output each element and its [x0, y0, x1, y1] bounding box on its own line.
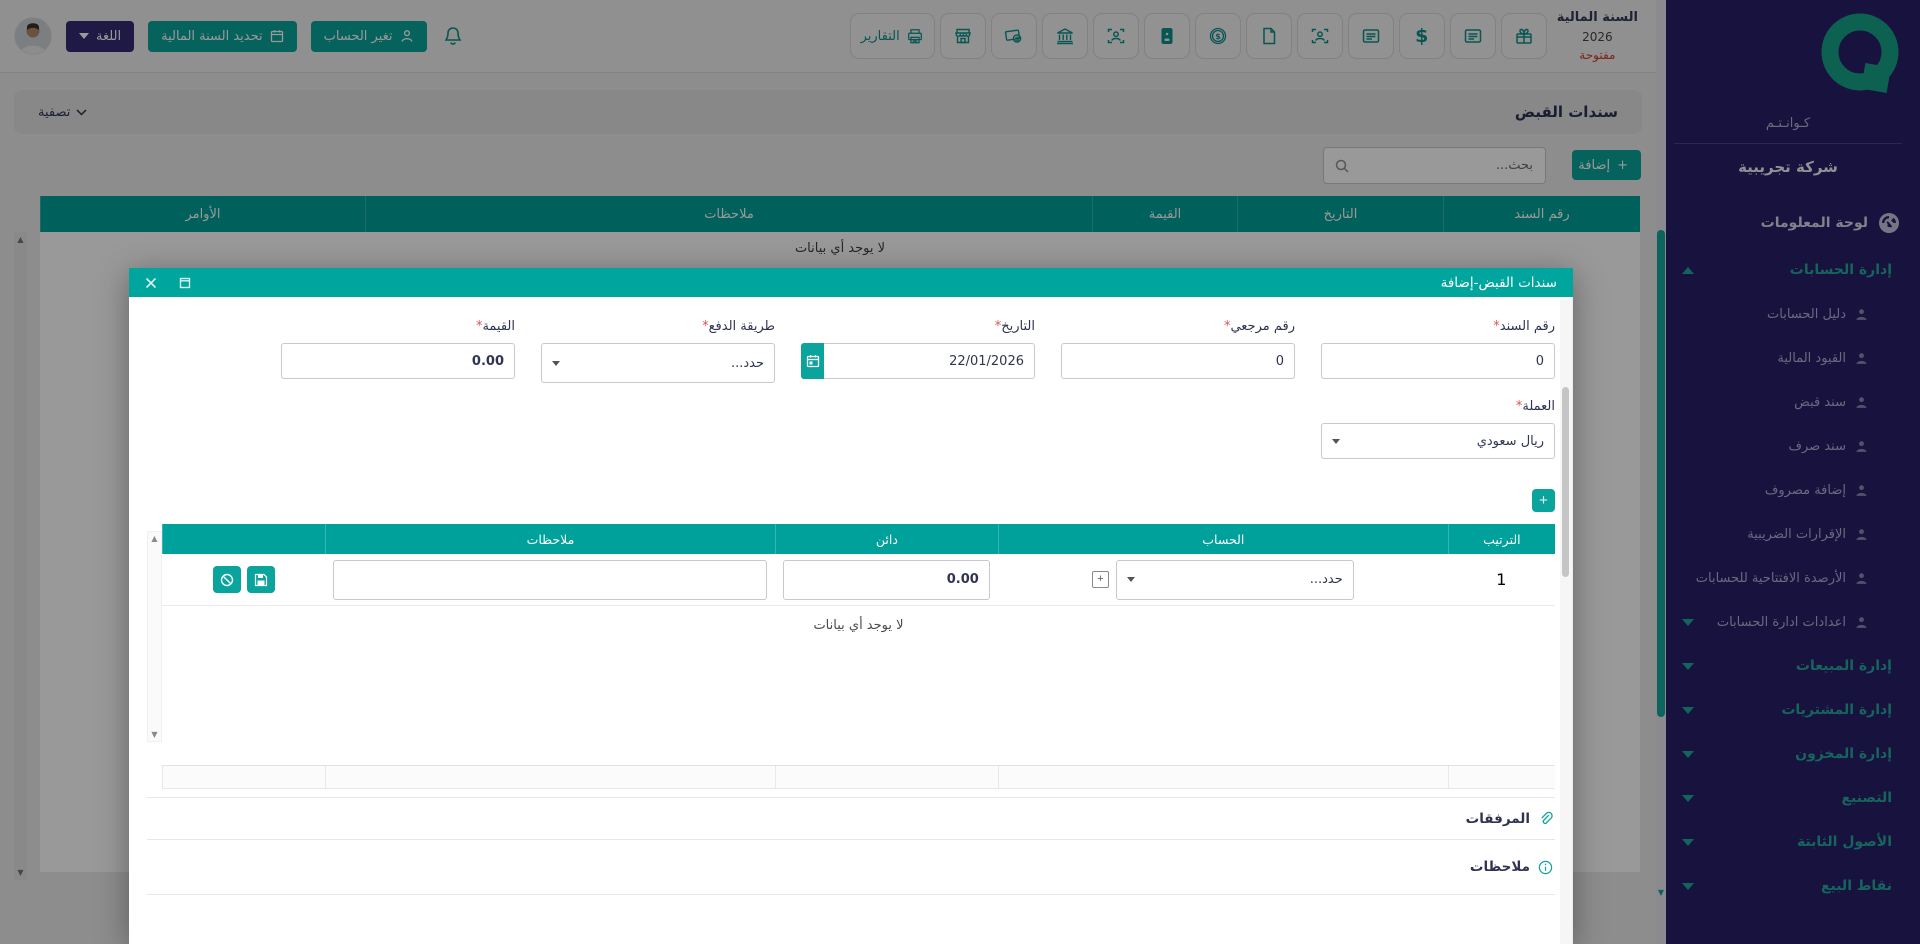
notes-label: ملاحظات	[1469, 859, 1530, 875]
add-account-button[interactable]: +	[1091, 571, 1109, 588]
form-row-1: رقم السند* رقم مرجعي* التاريخ* طريقة الد…	[147, 319, 1555, 383]
currency-value: ريال سعودي	[1476, 433, 1544, 449]
date-picker-button[interactable]	[801, 343, 825, 379]
lines-table-body: 1 حدد... + 0.00 لا يوجد أي بيانات	[162, 554, 1555, 765]
line-notes-input[interactable]	[333, 559, 767, 600]
date-label: التاريخ*	[994, 319, 1035, 334]
paperclip-icon	[1538, 811, 1553, 826]
attachments-section[interactable]: المرفقات	[147, 797, 1555, 840]
payment-method-label: طريقة الدفع*	[702, 319, 775, 334]
line-row: 1 حدد... +	[162, 554, 1555, 606]
col-order: الترتيب	[1447, 524, 1555, 554]
currency-select[interactable]: ريال سعودي	[1321, 423, 1555, 459]
currency-label: العملة*	[1515, 399, 1555, 414]
lines-table: الترتيب الحساب دائن ملاحظات 1 حدد... + 0…	[162, 524, 1555, 789]
form-row-2: العملة* ريال سعودي	[147, 399, 1555, 459]
voucher-lines-section: + الترتيب الحساب دائن ملاحظات 1 حدد... +…	[147, 489, 1555, 789]
line-notes-cell	[325, 559, 775, 600]
payment-method-field: طريقة الدفع* حدد...	[541, 319, 775, 383]
scroll-down-icon[interactable]: ▼	[148, 730, 161, 739]
cancel-line-button[interactable]	[212, 566, 241, 593]
reference-no-input[interactable]	[1061, 343, 1295, 379]
restore-window-icon[interactable]	[179, 277, 191, 289]
line-credit-cell	[775, 559, 998, 600]
chevron-down-icon	[1126, 577, 1135, 582]
info-icon	[1538, 860, 1553, 875]
col-credit: دائن	[774, 524, 998, 554]
date-input-group	[801, 343, 1035, 379]
payment-method-select[interactable]: حدد...	[541, 343, 775, 383]
line-account-cell: حدد... +	[998, 559, 1448, 600]
date-field: التاريخ*	[801, 319, 1035, 383]
line-order: 1	[1496, 570, 1507, 589]
voucher-no-label: رقم السند*	[1493, 319, 1555, 334]
modal-title: سندات القبض-إضافة	[1440, 274, 1557, 291]
notes-section[interactable]: ملاحظات	[147, 840, 1555, 895]
attachments-label: المرفقات	[1465, 810, 1530, 827]
currency-field: العملة* ريال سعودي	[1321, 399, 1555, 459]
close-icon[interactable]	[145, 277, 157, 289]
amount-label: القيمة*	[475, 319, 515, 334]
lines-table-footer	[162, 765, 1555, 789]
voucher-no-field: رقم السند*	[1321, 319, 1555, 383]
col-line-notes: ملاحظات	[325, 524, 775, 554]
line-actions-cell	[162, 566, 325, 593]
app-root: السنة المالية 2026 مفتوحة $ $ $ التقارير…	[0, 0, 1920, 944]
add-line-row: +	[147, 489, 1555, 512]
col-line-actions	[162, 524, 325, 554]
modal-scrollbar-thumb[interactable]	[1562, 387, 1569, 577]
account-select[interactable]: حدد...	[1115, 559, 1354, 600]
reference-no-field: رقم مرجعي*	[1061, 319, 1295, 383]
payment-method-value: حدد...	[730, 355, 764, 371]
col-account: الحساب	[997, 524, 1448, 554]
modal-scrollbar[interactable]	[1560, 297, 1573, 944]
modal-body: رقم السند* رقم مرجعي* التاريخ* طريقة الد…	[129, 319, 1573, 944]
save-line-button[interactable]	[246, 566, 275, 593]
add-line-button[interactable]: +	[1532, 489, 1555, 512]
reference-no-label: رقم مرجعي*	[1223, 319, 1295, 334]
date-input[interactable]	[824, 343, 1035, 379]
voucher-no-input[interactable]	[1321, 343, 1555, 379]
chevron-down-icon	[1332, 438, 1340, 444]
lines-scrollbar[interactable]: ▲ ▼	[147, 531, 162, 742]
chevron-down-icon	[552, 360, 560, 366]
amount-input[interactable]	[281, 343, 515, 379]
modal-titlebar: سندات القبض-إضافة	[129, 268, 1573, 297]
amount-field: القيمة*	[281, 319, 515, 383]
account-value: حدد...	[1309, 572, 1343, 587]
add-receipt-voucher-modal: سندات القبض-إضافة رقم السند* رقم مرجعي* …	[129, 268, 1573, 944]
lines-table-header: الترتيب الحساب دائن ملاحظات	[162, 524, 1555, 554]
lines-empty-text: لا يوجد أي بيانات	[813, 618, 904, 633]
scroll-up-icon[interactable]: ▲	[148, 534, 161, 543]
credit-input[interactable]	[782, 559, 990, 600]
